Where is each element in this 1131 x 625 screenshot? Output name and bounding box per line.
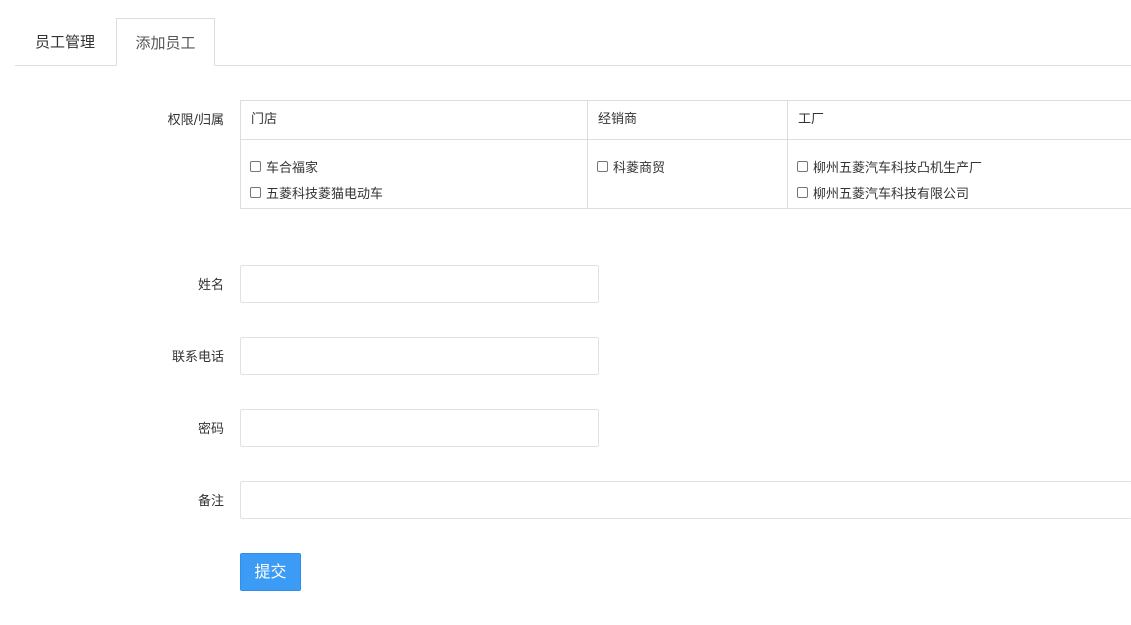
store-checkbox-row[interactable]: 五菱科技菱猫电动车: [250, 179, 587, 205]
tab-employee-management[interactable]: 员工管理: [15, 18, 115, 66]
name-input[interactable]: [240, 265, 599, 303]
checkbox[interactable]: [250, 186, 261, 198]
password-input[interactable]: [240, 409, 599, 447]
checkbox[interactable]: [797, 160, 808, 172]
dealer-checkbox-row[interactable]: 科菱商贸: [597, 153, 787, 179]
note-label: 备注: [197, 494, 224, 509]
permission-table-body: 车合福家 五菱科技菱猫电动车 科菱商贸 柳州五菱汽车科技凸机生产厂 柳州五菱汽车…: [241, 140, 1131, 208]
permission-table: 门店 经销商 工厂 车合福家 五菱科技菱猫电动车 科菱商贸 柳州五菱汽车科技凸机…: [240, 100, 1131, 209]
submit-button[interactable]: 提交: [240, 553, 301, 591]
factories-column: 柳州五菱汽车科技凸机生产厂 柳州五菱汽车科技有限公司: [788, 140, 1131, 208]
name-label: 姓名: [197, 278, 224, 293]
factory-checkbox-row[interactable]: 柳州五菱汽车科技有限公司: [797, 179, 1131, 205]
checkbox[interactable]: [797, 186, 808, 198]
phone-label: 联系电话: [171, 350, 224, 365]
phone-input[interactable]: [240, 337, 599, 375]
stores-column: 车合福家 五菱科技菱猫电动车: [241, 140, 587, 208]
tab-add-employee[interactable]: 添加员工: [116, 18, 215, 66]
store-checkbox-row[interactable]: 车合福家: [250, 153, 587, 179]
factory-checkbox-row[interactable]: 柳州五菱汽车科技凸机生产厂: [797, 153, 1131, 179]
checkbox-label: 柳州五菱汽车科技有限公司: [813, 186, 970, 202]
column-header-dealers: 经销商: [598, 112, 638, 127]
checkbox[interactable]: [597, 160, 608, 172]
password-label: 密码: [197, 422, 224, 437]
checkbox-label: 车合福家: [266, 160, 319, 176]
checkbox-label: 五菱科技菱猫电动车: [266, 186, 384, 202]
note-input[interactable]: [240, 481, 1131, 519]
checkbox-label: 科菱商贸: [613, 160, 666, 176]
column-header-stores: 门店: [251, 112, 278, 127]
permission-label: 权限/归属: [167, 113, 224, 128]
checkbox[interactable]: [250, 160, 261, 172]
dealers-column: 科菱商贸: [588, 140, 787, 208]
permission-table-header: 门店 经销商 工厂: [241, 101, 1131, 140]
tab-bar: 员工管理 添加员工: [15, 18, 1131, 66]
column-header-factories: 工厂: [798, 112, 825, 127]
add-employee-page: 员工管理 添加员工 权限/归属 门店 经销商 工厂 车合福家 五菱科技菱猫电动车: [0, 0, 1131, 625]
checkbox-label: 柳州五菱汽车科技凸机生产厂: [813, 160, 983, 176]
